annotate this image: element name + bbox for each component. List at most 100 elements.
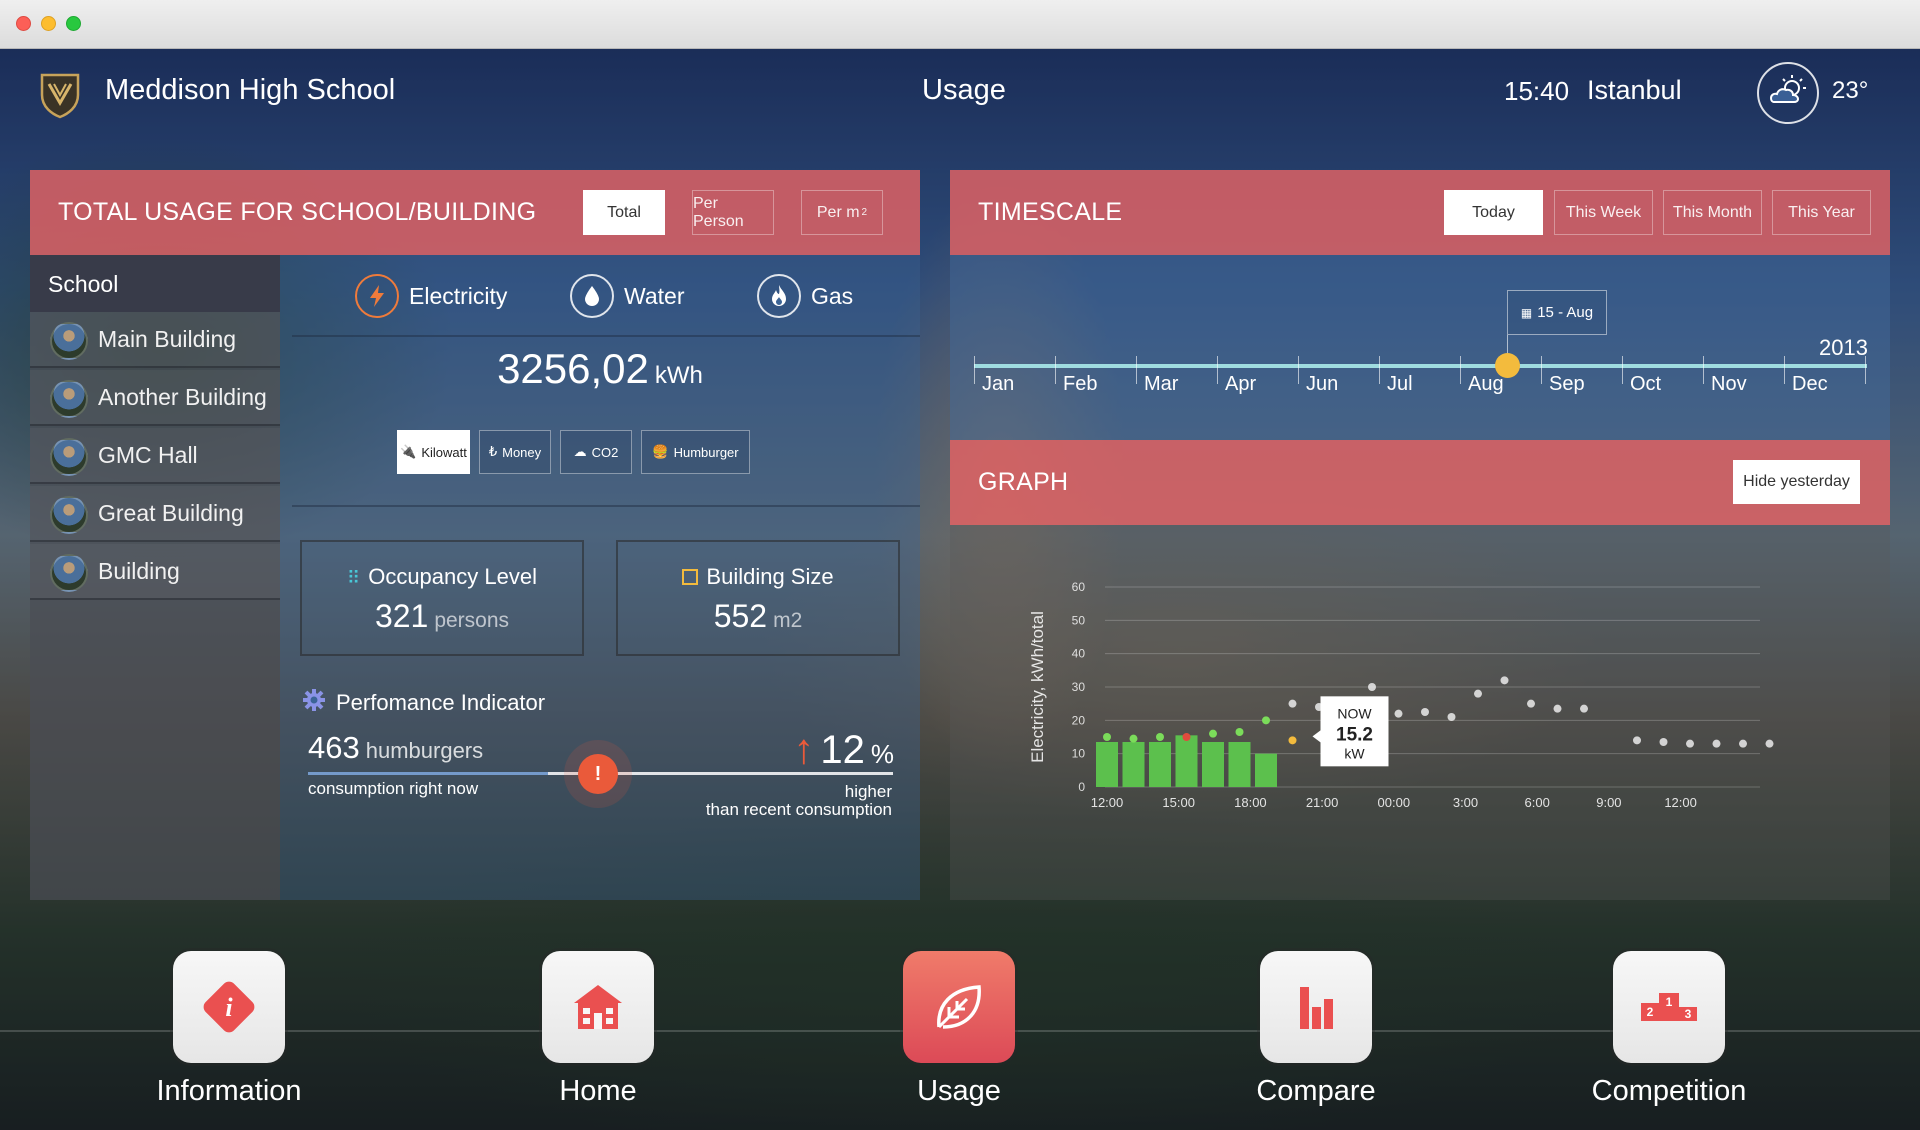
gear-icon: [302, 688, 326, 718]
timescale-graph-panel: TIMESCALE Today This Week This Month Thi…: [950, 170, 1890, 900]
month-label-apr[interactable]: Apr: [1225, 373, 1256, 396]
app-window: Meddison High School Usage 15:40 Istanbu…: [0, 0, 1920, 1130]
hide-yesterday-button[interactable]: Hide yesterday: [1733, 460, 1860, 504]
temperature: 23°: [1832, 77, 1869, 104]
timeline-handle[interactable]: [1495, 353, 1520, 378]
sidebar-item-gmc-hall[interactable]: GMC Hall: [30, 428, 280, 484]
unit-button-label: Money: [502, 444, 542, 460]
month-label-jul[interactable]: Jul: [1387, 373, 1413, 396]
y-tick-label: 60: [1072, 580, 1086, 594]
timeline-tick: [1865, 356, 1866, 384]
yesterday-point: [1686, 739, 1694, 748]
timescale-body: ▦ 15 - Aug 2013 Jan Feb Mar Apr Jun Jul Aug Sep O…: [950, 255, 1890, 440]
consumption-unit: kWh: [654, 362, 703, 389]
resource-water[interactable]: Water: [570, 273, 685, 319]
building-thumbnail: [50, 438, 88, 476]
timeline-tick: [1136, 356, 1137, 384]
yesterday-point: [1368, 683, 1376, 691]
timeline-tick: [1217, 356, 1218, 384]
home-icon: [542, 951, 654, 1063]
nav-label: Home: [559, 1075, 637, 1107]
date-badge-stem: [1507, 335, 1508, 355]
building-sidebar: School Main Building Another Building GM…: [30, 255, 280, 900]
now-value: 15.2: [1336, 724, 1373, 745]
month-label-oct[interactable]: Oct: [1630, 373, 1661, 396]
unit-humburger-button[interactable]: 🍔 Humburger: [641, 430, 750, 474]
graph-title: GRAPH: [978, 468, 1069, 496]
x-tick-label: 9:00: [1596, 795, 1621, 810]
unit-kilowatt-button[interactable]: 🔌 Kilowatt: [397, 430, 470, 474]
svg-text:2: 2: [1647, 1005, 1654, 1019]
month-label-jan[interactable]: Jan: [982, 373, 1014, 396]
tab-this-year[interactable]: This Year: [1772, 190, 1871, 235]
month-label-sep[interactable]: Sep: [1549, 373, 1585, 396]
electricity-chart: 0 10 20 30 40 50 60 12:00 15:00 18:00 21:00 00:00 3:…: [1028, 580, 1774, 810]
performance-alert-marker[interactable]: !: [578, 754, 618, 794]
building-thumbnail: [50, 322, 88, 360]
unit-money-button[interactable]: ₺ Money: [479, 430, 551, 474]
month-label-feb[interactable]: Feb: [1063, 373, 1097, 396]
graph-body: 0 10 20 30 40 50 60 12:00 15:00 18:00 21:00 00:00 3:…: [950, 525, 1890, 900]
occupancy-title-text: Occupancy Level: [368, 564, 537, 589]
resource-electricity[interactable]: Electricity: [355, 273, 507, 319]
sidebar-item-label: Main Building: [98, 326, 237, 352]
timescale-year: 2013: [1819, 335, 1868, 360]
bar-chart-icon: [1260, 951, 1372, 1063]
occupancy-value: 321: [374, 598, 429, 634]
sidebar-item-great-building[interactable]: Great Building: [30, 486, 280, 542]
sidebar-item-school[interactable]: School: [30, 255, 280, 312]
yesterday-point: [1500, 676, 1509, 685]
building-thumbnail: [50, 496, 88, 534]
maximize-window-button[interactable]: [66, 16, 81, 31]
y-tick-label: 0: [1078, 780, 1085, 794]
now-tooltip-pointer: [1312, 730, 1321, 743]
yesterday-point: [1765, 739, 1774, 748]
total-usage-panel: TOTAL USAGE FOR SCHOOL/BUILDING Total Pe…: [30, 170, 920, 900]
month-label-jun[interactable]: Jun: [1306, 373, 1338, 396]
timeline-tick: [1541, 356, 1542, 384]
yesterday-point: [1553, 704, 1562, 713]
timeline-tick: [1784, 356, 1785, 384]
x-tick-label: 6:00: [1525, 795, 1550, 810]
month-label-aug[interactable]: Aug: [1468, 373, 1504, 396]
close-window-button[interactable]: [16, 16, 31, 31]
yesterday-point: [1580, 704, 1588, 713]
tab-per-person[interactable]: Per Person: [692, 190, 774, 235]
svg-text:i: i: [225, 993, 233, 1022]
cloud-icon: ☁: [573, 444, 587, 459]
square-outline-icon: [682, 569, 699, 585]
sidebar-item-label: Building: [98, 558, 180, 584]
chart-bar: [1096, 742, 1118, 787]
yesterday-point: [1394, 709, 1403, 718]
x-tick-label: 18:00: [1234, 795, 1267, 810]
sidebar-item-label: Great Building: [98, 500, 244, 526]
tab-today[interactable]: Today: [1444, 190, 1543, 235]
month-label-mar[interactable]: Mar: [1144, 373, 1178, 396]
timeline-tick: [1298, 356, 1299, 384]
money-icon: ₺: [488, 444, 498, 459]
podium-icon: 213: [1613, 951, 1725, 1063]
sidebar-item-main-building[interactable]: Main Building: [30, 312, 280, 368]
minimize-window-button[interactable]: [41, 16, 56, 31]
tab-total[interactable]: Total: [583, 190, 665, 235]
performance-current-value: 463: [308, 730, 360, 765]
timeline-track[interactable]: [974, 364, 1867, 368]
month-label-nov[interactable]: Nov: [1711, 373, 1747, 396]
unit-co2-button[interactable]: ☁ CO2: [560, 430, 632, 474]
month-label-dec[interactable]: Dec: [1792, 373, 1828, 396]
dashboard-background: Meddison High School Usage 15:40 Istanbu…: [0, 49, 1920, 1130]
nav-label: Usage: [917, 1075, 1001, 1107]
tab-this-month[interactable]: This Month: [1663, 190, 1762, 235]
sidebar-item-building[interactable]: Building: [30, 544, 280, 600]
performance-current-label: consumption right now: [308, 779, 479, 798]
timeline-tick: [1460, 356, 1461, 384]
sidebar-item-another-building[interactable]: Another Building: [30, 370, 280, 426]
tab-per-m2[interactable]: Per m2: [801, 190, 883, 235]
now-tooltip: NOW 15.2kW: [1312, 696, 1389, 767]
yesterday-point: [1527, 699, 1535, 708]
building-size-title-text: Building Size: [706, 564, 834, 589]
tab-this-week[interactable]: This Week: [1554, 190, 1653, 235]
resource-gas[interactable]: Gas: [757, 273, 853, 319]
chart-bar: [1202, 742, 1224, 787]
leaf-icon: [903, 951, 1015, 1063]
